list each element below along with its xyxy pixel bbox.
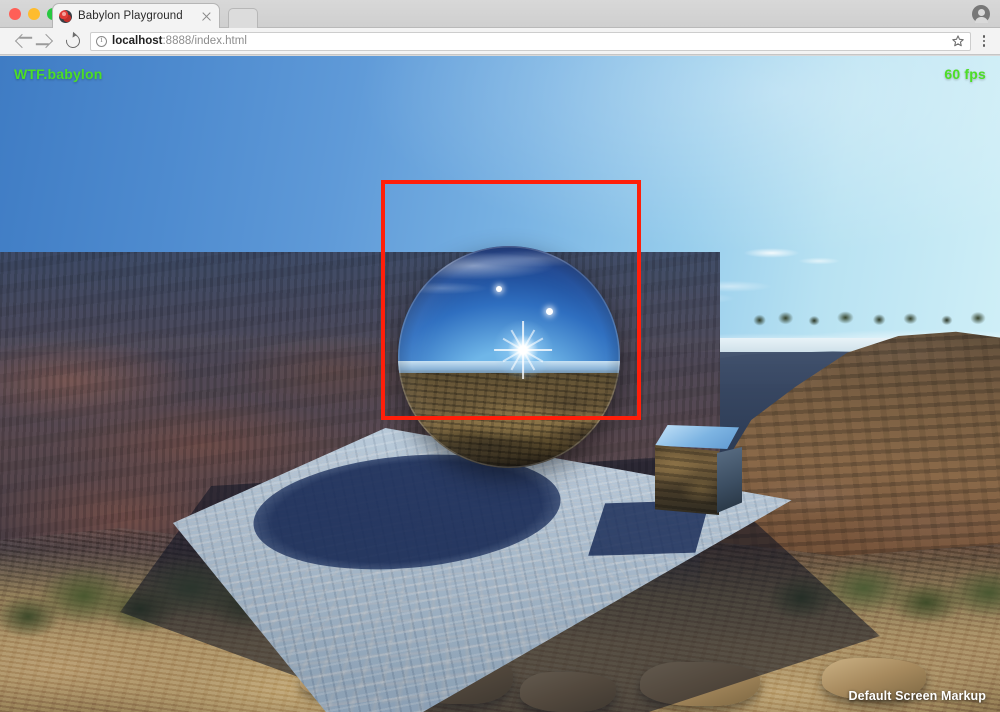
- url-host: localhost: [112, 35, 163, 47]
- site-info-icon[interactable]: [96, 34, 107, 47]
- canyon-rim-trees: [744, 302, 1000, 328]
- screen-markup-label: Default Screen Markup: [848, 689, 986, 703]
- babylon-favicon-icon: [59, 9, 72, 23]
- close-tab-icon[interactable]: [200, 10, 213, 23]
- forward-button[interactable]: [34, 28, 60, 54]
- cube-top-face: [655, 425, 739, 449]
- babylon-render-canvas[interactable]: WTF.babylon 60 fps Default Screen Markup: [0, 56, 1000, 712]
- tab-babylon-playground[interactable]: Babylon Playground: [52, 3, 220, 28]
- reload-button[interactable]: [60, 28, 86, 54]
- scene-name-label: WTF.babylon: [14, 66, 103, 82]
- profile-avatar-icon[interactable]: [972, 5, 990, 23]
- tab-strip: Babylon Playground: [0, 0, 1000, 28]
- fps-counter: 60 fps: [944, 66, 986, 82]
- mirror-cube-mesh[interactable]: [655, 425, 747, 517]
- address-bar-text: localhost:8888/index.html: [112, 35, 247, 47]
- cube-side-face: [717, 447, 742, 513]
- cube-front-face: [655, 445, 719, 515]
- selection-box-overlay[interactable]: [381, 180, 641, 420]
- tab-title: Babylon Playground: [78, 10, 183, 22]
- back-button[interactable]: [8, 28, 34, 54]
- close-window-button[interactable]: [9, 8, 21, 20]
- address-bar[interactable]: localhost:8888/index.html: [90, 31, 971, 51]
- bookmark-star-icon[interactable]: [951, 34, 965, 48]
- browser-menu-icon[interactable]: [976, 30, 992, 52]
- minimize-window-button[interactable]: [28, 8, 40, 20]
- new-tab-button[interactable]: [228, 8, 258, 28]
- browser-window: Babylon Playground localhost:8888/index.…: [0, 0, 1000, 712]
- browser-toolbar: localhost:8888/index.html: [0, 28, 1000, 55]
- url-path: :8888/index.html: [162, 35, 247, 47]
